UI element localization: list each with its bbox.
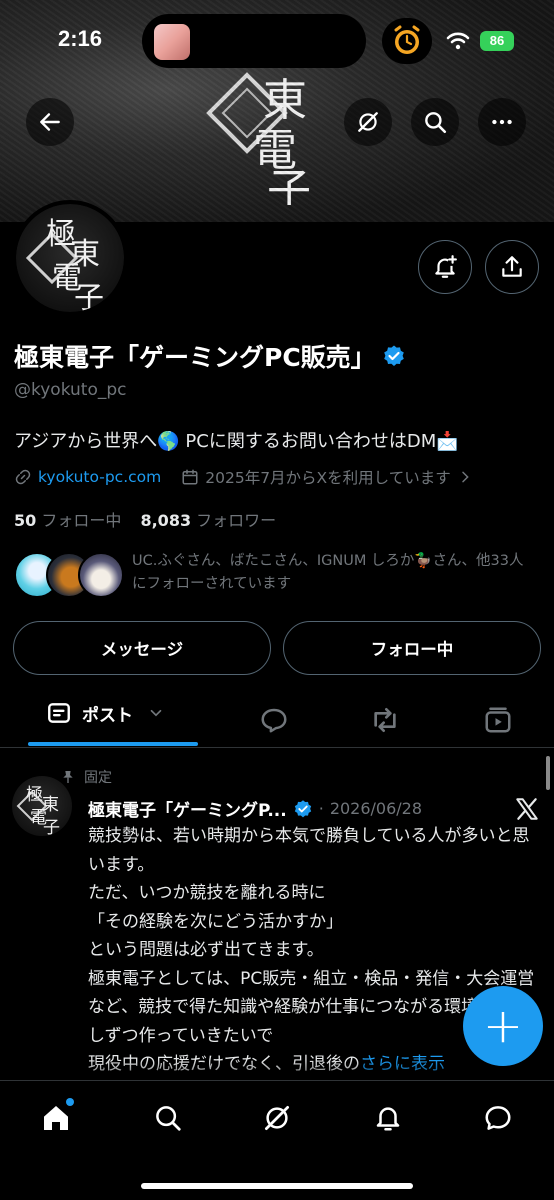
wifi-icon [446, 32, 470, 50]
post-author[interactable]: 極東電子「ゲーミングP... [88, 796, 287, 821]
banner-logo: 東 電 子 [206, 72, 311, 205]
tab-replies[interactable] [257, 703, 291, 737]
message-button[interactable]: メッセージ [13, 621, 271, 675]
followers-label: フォロワー [196, 511, 277, 530]
joined-date: 2025年7月からXを利用しています [205, 469, 451, 487]
calendar-icon [182, 469, 198, 485]
back-button[interactable] [26, 98, 74, 146]
profile-avatar[interactable]: 極 東 電 子 [12, 200, 128, 316]
avatar-logo: 極 東 電 子 [25, 217, 104, 312]
tab-posts[interactable]: ポスト [46, 700, 165, 726]
bell-icon [376, 1107, 400, 1131]
verified-badge-icon [294, 799, 311, 817]
mutual-avatar [78, 552, 124, 598]
post-header: 極東電子「ゲーミングP... · 2026/06/28 [88, 796, 422, 821]
follow-counts: 50 フォロー中 8,083 フォロワー [14, 507, 276, 531]
profile-bio: アジアから世界へ🌎 PCに関するお問い合わせはDM📩 [14, 431, 459, 452]
battery-indicator: 86 [480, 31, 514, 51]
following-label: フォロー中 [41, 511, 122, 530]
bell-plus-icon [435, 255, 457, 278]
avatar-char-3: 子 [74, 281, 104, 312]
scrollbar[interactable] [546, 756, 550, 790]
pin-icon [63, 771, 73, 783]
following-button[interactable]: フォロー中 [283, 621, 541, 675]
posts-icon [48, 703, 70, 723]
grok-button[interactable] [344, 98, 392, 146]
followers-count: 8,083 [140, 511, 192, 530]
home-icon [44, 1106, 68, 1130]
profile-handle: @kyokuto_pc [14, 380, 127, 400]
link-icon [15, 469, 31, 485]
nav-messages[interactable] [478, 1098, 518, 1138]
followers-link[interactable]: 8,083 フォロワー [140, 511, 276, 530]
status-time: 2:16 [58, 26, 103, 51]
pinned-label: 固定 [60, 767, 112, 787]
profile-name-text: 極東電子「ゲーミングPC販売」 [14, 343, 376, 372]
nav-grok[interactable] [257, 1098, 297, 1138]
more-icon [492, 119, 512, 125]
following-link[interactable]: 50 フォロー中 [14, 511, 121, 530]
tab-reposts[interactable] [368, 703, 402, 737]
banner-char-2: 電 [253, 125, 297, 176]
grok-icon [358, 112, 378, 132]
repost-icon [374, 708, 396, 732]
pinned-text: 固定 [84, 770, 112, 786]
search-button[interactable] [411, 98, 459, 146]
profile-name: 極東電子「ゲーミングPC販売」 [14, 338, 406, 374]
post-date[interactable]: 2026/06/28 [330, 799, 422, 818]
alarm-icon [394, 25, 420, 54]
arrow-left-icon [40, 113, 60, 131]
nav-notifications[interactable] [368, 1098, 408, 1138]
video-icon [485, 707, 511, 733]
grok-icon [265, 1106, 289, 1130]
compose-button[interactable]: + [463, 986, 543, 1066]
post-avatar-logo: 極 東 電 子 [16, 785, 60, 836]
x-logo-icon[interactable] [514, 796, 540, 822]
post-separator: · [318, 799, 324, 818]
verified-badge-icon[interactable] [382, 344, 406, 368]
chevron-down-icon [150, 709, 162, 717]
following-count: 50 [14, 511, 37, 530]
active-tab-indicator [28, 742, 198, 746]
notify-button[interactable] [418, 240, 472, 294]
more-button[interactable] [478, 98, 526, 146]
home-indicator[interactable] [141, 1183, 413, 1189]
post-avatar-char-0: 極 [26, 785, 43, 805]
post-avatar[interactable]: 極 東 電 子 [12, 776, 72, 836]
share-button[interactable] [485, 240, 539, 294]
banner-char-3: 子 [267, 165, 311, 205]
mutual-avatars[interactable] [14, 552, 124, 602]
search-icon [156, 1106, 181, 1131]
search-icon [425, 112, 447, 134]
chat-icon [485, 1106, 511, 1130]
live-activity-app-icon[interactable] [154, 24, 190, 60]
profile-meta: kyokuto-pc.com 2025年7月からXを利用しています [14, 466, 473, 488]
share-icon [502, 256, 522, 277]
website-link[interactable]: kyokuto-pc.com [38, 468, 161, 486]
nav-search[interactable] [148, 1098, 188, 1138]
tab-posts-label: ポスト [82, 705, 133, 726]
alarm-activity [382, 18, 432, 64]
mutual-followers-text[interactable]: UC.ふぐさん、ばたこさん、IGNUM しろか🦆さん、他33人にフォローされてい… [132, 550, 532, 596]
post-avatar-char-3: 子 [43, 818, 60, 836]
home-notification-dot [66, 1098, 74, 1106]
chevron-right-icon[interactable] [457, 469, 473, 485]
banner-char-1: 東 [263, 75, 307, 126]
tab-media[interactable] [481, 703, 515, 737]
reply-icon [261, 708, 287, 733]
